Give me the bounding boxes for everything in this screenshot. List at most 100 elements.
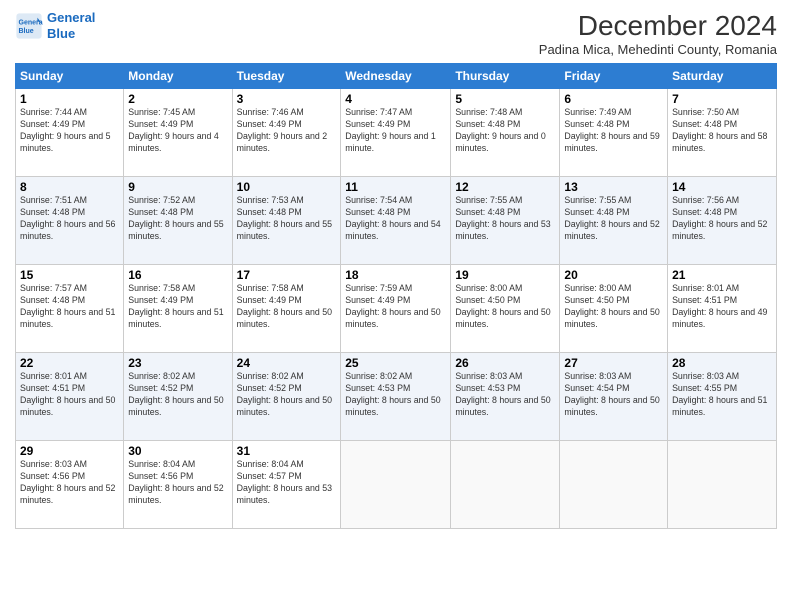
day-info: Sunrise: 7:59 AMSunset: 4:49 PMDaylight:… — [345, 283, 440, 329]
day-info: Sunrise: 7:47 AMSunset: 4:49 PMDaylight:… — [345, 107, 435, 153]
day-info: Sunrise: 8:02 AMSunset: 4:52 PMDaylight:… — [128, 371, 223, 417]
day-cell-16: 16Sunrise: 7:58 AMSunset: 4:49 PMDayligh… — [124, 265, 232, 353]
day-number: 21 — [672, 268, 772, 282]
day-number: 19 — [455, 268, 555, 282]
weekday-header-wednesday: Wednesday — [341, 64, 451, 89]
day-cell-28: 28Sunrise: 8:03 AMSunset: 4:55 PMDayligh… — [668, 353, 777, 441]
day-number: 30 — [128, 444, 227, 458]
day-info: Sunrise: 7:50 AMSunset: 4:48 PMDaylight:… — [672, 107, 767, 153]
day-cell-9: 9Sunrise: 7:52 AMSunset: 4:48 PMDaylight… — [124, 177, 232, 265]
empty-cell — [668, 441, 777, 529]
day-info: Sunrise: 8:01 AMSunset: 4:51 PMDaylight:… — [20, 371, 115, 417]
day-number: 11 — [345, 180, 446, 194]
day-cell-2: 2Sunrise: 7:45 AMSunset: 4:49 PMDaylight… — [124, 89, 232, 177]
day-number: 10 — [237, 180, 337, 194]
weekday-header-friday: Friday — [560, 64, 668, 89]
day-number: 15 — [20, 268, 119, 282]
subtitle: Padina Mica, Mehedinti County, Romania — [539, 42, 777, 57]
day-number: 24 — [237, 356, 337, 370]
day-cell-8: 8Sunrise: 7:51 AMSunset: 4:48 PMDaylight… — [16, 177, 124, 265]
day-info: Sunrise: 8:02 AMSunset: 4:53 PMDaylight:… — [345, 371, 440, 417]
day-number: 20 — [564, 268, 663, 282]
day-number: 26 — [455, 356, 555, 370]
logo-icon: General Blue — [15, 12, 43, 40]
week-row-3: 15Sunrise: 7:57 AMSunset: 4:48 PMDayligh… — [16, 265, 777, 353]
day-cell-20: 20Sunrise: 8:00 AMSunset: 4:50 PMDayligh… — [560, 265, 668, 353]
day-cell-22: 22Sunrise: 8:01 AMSunset: 4:51 PMDayligh… — [16, 353, 124, 441]
logo: General Blue General Blue — [15, 10, 95, 41]
day-number: 29 — [20, 444, 119, 458]
day-cell-30: 30Sunrise: 8:04 AMSunset: 4:56 PMDayligh… — [124, 441, 232, 529]
logo-text: General Blue — [47, 10, 95, 41]
day-number: 23 — [128, 356, 227, 370]
day-info: Sunrise: 7:54 AMSunset: 4:48 PMDaylight:… — [345, 195, 440, 241]
day-number: 14 — [672, 180, 772, 194]
weekday-header-sunday: Sunday — [16, 64, 124, 89]
day-cell-3: 3Sunrise: 7:46 AMSunset: 4:49 PMDaylight… — [232, 89, 341, 177]
day-info: Sunrise: 8:03 AMSunset: 4:53 PMDaylight:… — [455, 371, 550, 417]
day-cell-12: 12Sunrise: 7:55 AMSunset: 4:48 PMDayligh… — [451, 177, 560, 265]
week-row-4: 22Sunrise: 8:01 AMSunset: 4:51 PMDayligh… — [16, 353, 777, 441]
day-cell-10: 10Sunrise: 7:53 AMSunset: 4:48 PMDayligh… — [232, 177, 341, 265]
day-number: 31 — [237, 444, 337, 458]
day-info: Sunrise: 7:46 AMSunset: 4:49 PMDaylight:… — [237, 107, 327, 153]
day-info: Sunrise: 7:58 AMSunset: 4:49 PMDaylight:… — [128, 283, 223, 329]
day-number: 17 — [237, 268, 337, 282]
day-number: 6 — [564, 92, 663, 106]
day-info: Sunrise: 7:56 AMSunset: 4:48 PMDaylight:… — [672, 195, 767, 241]
day-info: Sunrise: 8:03 AMSunset: 4:54 PMDaylight:… — [564, 371, 659, 417]
empty-cell — [560, 441, 668, 529]
day-number: 25 — [345, 356, 446, 370]
day-cell-1: 1Sunrise: 7:44 AMSunset: 4:49 PMDaylight… — [16, 89, 124, 177]
day-info: Sunrise: 8:04 AMSunset: 4:57 PMDaylight:… — [237, 459, 332, 505]
day-number: 9 — [128, 180, 227, 194]
day-number: 22 — [20, 356, 119, 370]
empty-cell — [451, 441, 560, 529]
weekday-header-row: SundayMondayTuesdayWednesdayThursdayFrid… — [16, 64, 777, 89]
day-cell-4: 4Sunrise: 7:47 AMSunset: 4:49 PMDaylight… — [341, 89, 451, 177]
day-cell-29: 29Sunrise: 8:03 AMSunset: 4:56 PMDayligh… — [16, 441, 124, 529]
day-cell-19: 19Sunrise: 8:00 AMSunset: 4:50 PMDayligh… — [451, 265, 560, 353]
day-number: 2 — [128, 92, 227, 106]
day-info: Sunrise: 7:44 AMSunset: 4:49 PMDaylight:… — [20, 107, 110, 153]
day-info: Sunrise: 7:51 AMSunset: 4:48 PMDaylight:… — [20, 195, 115, 241]
day-number: 16 — [128, 268, 227, 282]
empty-cell — [341, 441, 451, 529]
day-number: 18 — [345, 268, 446, 282]
day-info: Sunrise: 7:52 AMSunset: 4:48 PMDaylight:… — [128, 195, 223, 241]
day-cell-15: 15Sunrise: 7:57 AMSunset: 4:48 PMDayligh… — [16, 265, 124, 353]
day-info: Sunrise: 8:03 AMSunset: 4:56 PMDaylight:… — [20, 459, 115, 505]
day-info: Sunrise: 7:55 AMSunset: 4:48 PMDaylight:… — [455, 195, 550, 241]
day-info: Sunrise: 8:00 AMSunset: 4:50 PMDaylight:… — [564, 283, 659, 329]
svg-text:Blue: Blue — [19, 28, 34, 35]
weekday-header-thursday: Thursday — [451, 64, 560, 89]
day-number: 3 — [237, 92, 337, 106]
calendar-table: SundayMondayTuesdayWednesdayThursdayFrid… — [15, 63, 777, 529]
day-info: Sunrise: 7:49 AMSunset: 4:48 PMDaylight:… — [564, 107, 659, 153]
day-info: Sunrise: 7:55 AMSunset: 4:48 PMDaylight:… — [564, 195, 659, 241]
day-number: 5 — [455, 92, 555, 106]
day-number: 4 — [345, 92, 446, 106]
day-info: Sunrise: 7:45 AMSunset: 4:49 PMDaylight:… — [128, 107, 218, 153]
day-number: 12 — [455, 180, 555, 194]
day-cell-11: 11Sunrise: 7:54 AMSunset: 4:48 PMDayligh… — [341, 177, 451, 265]
week-row-1: 1Sunrise: 7:44 AMSunset: 4:49 PMDaylight… — [16, 89, 777, 177]
day-cell-23: 23Sunrise: 8:02 AMSunset: 4:52 PMDayligh… — [124, 353, 232, 441]
day-number: 1 — [20, 92, 119, 106]
day-cell-18: 18Sunrise: 7:59 AMSunset: 4:49 PMDayligh… — [341, 265, 451, 353]
day-cell-13: 13Sunrise: 7:55 AMSunset: 4:48 PMDayligh… — [560, 177, 668, 265]
day-cell-31: 31Sunrise: 8:04 AMSunset: 4:57 PMDayligh… — [232, 441, 341, 529]
day-number: 27 — [564, 356, 663, 370]
day-info: Sunrise: 7:48 AMSunset: 4:48 PMDaylight:… — [455, 107, 545, 153]
day-info: Sunrise: 7:58 AMSunset: 4:49 PMDaylight:… — [237, 283, 332, 329]
day-info: Sunrise: 8:00 AMSunset: 4:50 PMDaylight:… — [455, 283, 550, 329]
day-info: Sunrise: 8:01 AMSunset: 4:51 PMDaylight:… — [672, 283, 767, 329]
day-info: Sunrise: 8:02 AMSunset: 4:52 PMDaylight:… — [237, 371, 332, 417]
weekday-header-monday: Monday — [124, 64, 232, 89]
day-cell-24: 24Sunrise: 8:02 AMSunset: 4:52 PMDayligh… — [232, 353, 341, 441]
day-info: Sunrise: 8:03 AMSunset: 4:55 PMDaylight:… — [672, 371, 767, 417]
day-cell-5: 5Sunrise: 7:48 AMSunset: 4:48 PMDaylight… — [451, 89, 560, 177]
day-number: 28 — [672, 356, 772, 370]
week-row-5: 29Sunrise: 8:03 AMSunset: 4:56 PMDayligh… — [16, 441, 777, 529]
day-cell-17: 17Sunrise: 7:58 AMSunset: 4:49 PMDayligh… — [232, 265, 341, 353]
